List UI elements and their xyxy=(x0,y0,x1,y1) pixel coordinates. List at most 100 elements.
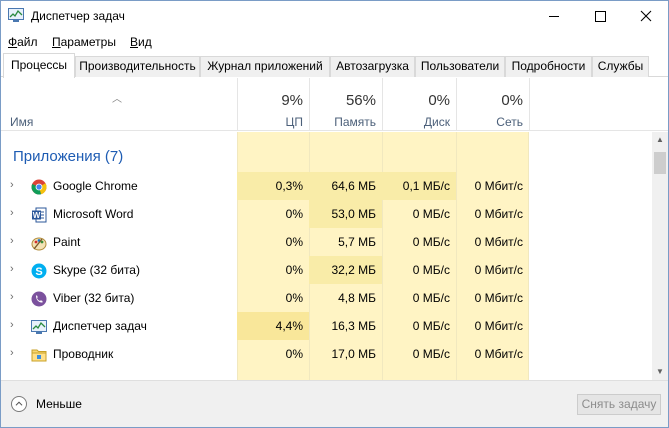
menu-file[interactable]: Файл xyxy=(8,35,38,49)
network-value: 0 Мбит/с xyxy=(474,207,523,221)
tab-performance[interactable]: Производительность xyxy=(75,56,200,77)
header-cpu[interactable]: 9% ЦП xyxy=(237,78,309,131)
task-manager-window: Диспетчер задач Файл Параметры Вид Проце… xyxy=(0,0,669,428)
disk-value: 0 МБ/с xyxy=(412,263,450,277)
menu-options-label: араметры xyxy=(60,35,116,49)
header-network-label: Сеть xyxy=(496,115,523,129)
process-row-explorer[interactable]: › Проводник 0% 17,0 МБ 0 МБ/с 0 Мбит/с xyxy=(1,340,652,368)
end-task-button[interactable]: Снять задачу xyxy=(577,394,661,415)
memory-value: 4,8 МБ xyxy=(338,291,376,305)
footer-bar: Меньше Снять задачу xyxy=(1,380,668,427)
menu-options-accel: П xyxy=(52,35,61,49)
svg-text:W: W xyxy=(33,211,41,220)
network-value: 0 Мбит/с xyxy=(474,347,523,361)
group-title: Приложения (7) xyxy=(13,148,124,165)
process-row-viber[interactable]: › Viber (32 бита) 0% 4,8 МБ 0 МБ/с 0 Мби… xyxy=(1,284,652,312)
process-row-chrome[interactable]: › Google Chrome 0,3% 64,6 МБ 0,1 МБ/с 0 … xyxy=(1,172,652,200)
disk-value: 0 МБ/с xyxy=(412,347,450,361)
chevron-right-icon[interactable]: › xyxy=(10,235,14,247)
chevron-right-icon[interactable]: › xyxy=(10,347,14,359)
close-button[interactable] xyxy=(623,1,669,31)
process-name: Диспетчер задач xyxy=(53,319,147,333)
memory-value: 53,0 МБ xyxy=(309,200,382,228)
chrome-icon xyxy=(31,179,47,195)
process-row-paint[interactable]: › Paint 0% 5,7 МБ 0 МБ/с 0 Мбит/с xyxy=(1,228,652,256)
disk-value: 0 МБ/с xyxy=(412,291,450,305)
cpu-value: 0% xyxy=(285,263,303,277)
task-manager-app-icon xyxy=(8,8,24,22)
explorer-icon xyxy=(31,349,47,362)
chevron-right-icon[interactable]: › xyxy=(10,207,14,219)
tab-startup[interactable]: Автозагрузка xyxy=(330,56,415,77)
scroll-down-icon[interactable]: ▼ xyxy=(652,364,668,380)
memory-value: 64,6 МБ xyxy=(309,172,382,200)
header-disk-label: Диск xyxy=(423,115,450,129)
menu-options[interactable]: Параметры xyxy=(52,35,116,49)
network-value: 0 Мбит/с xyxy=(474,235,523,249)
network-value: 0 Мбит/с xyxy=(474,319,523,333)
chevron-right-icon[interactable]: › xyxy=(10,291,14,303)
svg-text:S: S xyxy=(35,266,42,278)
tab-details[interactable]: Подробности xyxy=(505,56,592,77)
header-disk-percent: 0% xyxy=(428,92,450,109)
menu-view[interactable]: Вид xyxy=(130,35,152,49)
disk-value: 0 МБ/с xyxy=(412,235,450,249)
cpu-value: 0% xyxy=(285,291,303,305)
chevron-right-icon[interactable]: › xyxy=(10,263,14,275)
header-memory-label: Память xyxy=(334,115,376,129)
close-icon xyxy=(640,10,652,22)
header-memory-percent: 56% xyxy=(345,92,376,109)
menu-view-accel: В xyxy=(130,35,139,49)
tab-processes[interactable]: Процессы xyxy=(3,53,75,78)
header-name[interactable]: ︿ Имя xyxy=(1,78,237,131)
process-row-task-manager[interactable]: › Диспетчер задач 4,4% 16,3 МБ 0 МБ/с 0 … xyxy=(1,312,652,340)
menu-file-label: айл xyxy=(17,35,38,49)
process-name: Проводник xyxy=(53,347,114,361)
header-network-percent: 0% xyxy=(501,92,523,109)
chevron-right-icon[interactable]: › xyxy=(10,319,14,331)
scroll-up-icon[interactable]: ▲ xyxy=(652,132,668,148)
header-network[interactable]: 0% Сеть xyxy=(456,78,529,131)
paint-icon xyxy=(31,237,47,251)
header-memory[interactable]: 56% Память xyxy=(309,78,382,131)
scrollbar-thumb[interactable] xyxy=(654,152,666,174)
column-headers: ︿ Имя 9% ЦП 56% Память 0% Диск 0% Сеть xyxy=(1,78,668,131)
cpu-value: 0% xyxy=(285,235,303,249)
tab-users[interactable]: Пользователи xyxy=(415,56,505,77)
process-list: Приложения (7) › Google Chrome 0,3% 64,6… xyxy=(1,132,652,380)
process-row-word[interactable]: › W Microsoft Word 0% 53,0 МБ 0 МБ/с 0 М… xyxy=(1,200,652,228)
fewer-details-link[interactable]: Меньше xyxy=(36,397,82,411)
disk-value: 0,1 МБ/с xyxy=(382,172,456,200)
skype-icon: S xyxy=(31,263,47,279)
collapse-chevron-icon[interactable] xyxy=(11,396,27,412)
sort-up-icon: ︿ xyxy=(112,94,122,105)
cpu-value: 0% xyxy=(285,207,303,221)
memory-value: 5,7 МБ xyxy=(338,235,376,249)
chevron-right-icon[interactable]: › xyxy=(10,179,14,191)
disk-value: 0 МБ/с xyxy=(412,319,450,333)
cpu-value: 4,4% xyxy=(237,312,309,340)
process-name: Skype (32 бита) xyxy=(53,263,140,277)
network-value: 0 Мбит/с xyxy=(474,179,523,193)
disk-value: 0 МБ/с xyxy=(412,207,450,221)
minimize-button[interactable] xyxy=(531,1,577,31)
maximize-button[interactable] xyxy=(577,1,623,31)
cpu-value: 0,3% xyxy=(237,172,309,200)
tab-app-history[interactable]: Журнал приложений xyxy=(200,56,330,77)
header-spacer xyxy=(529,78,652,131)
memory-value: 16,3 МБ xyxy=(331,319,376,333)
menu-view-label: ид xyxy=(138,35,152,49)
process-row-skype[interactable]: › S Skype (32 бита) 0% 32,2 МБ 0 МБ/с 0 … xyxy=(1,256,652,284)
vertical-scrollbar[interactable]: ▲ ▼ xyxy=(652,132,668,380)
tab-services[interactable]: Службы xyxy=(592,56,649,77)
title-bar[interactable]: Диспетчер задач xyxy=(1,1,668,31)
memory-value: 17,0 МБ xyxy=(331,347,376,361)
header-cpu-percent: 9% xyxy=(281,92,303,109)
minimize-icon xyxy=(549,16,559,17)
header-disk[interactable]: 0% Диск xyxy=(382,78,456,131)
process-name: Microsoft Word xyxy=(53,207,134,221)
menu-bar: Файл Параметры Вид xyxy=(1,32,668,52)
cpu-value: 0% xyxy=(285,347,303,361)
word-icon: W xyxy=(32,207,47,223)
window-title: Диспетчер задач xyxy=(31,9,125,23)
